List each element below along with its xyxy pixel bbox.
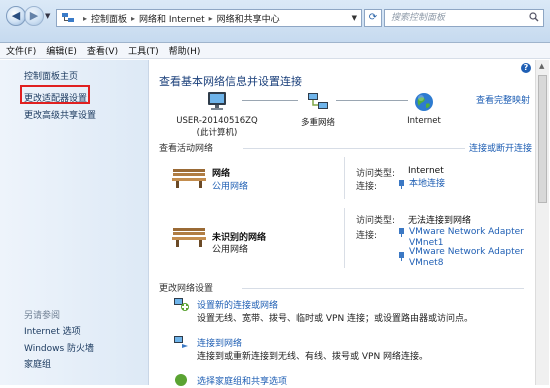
search-icon	[529, 12, 539, 22]
task-description: 连接到或重新连接到无线、有线、拨号或 VPN 网络连接。	[197, 352, 429, 362]
ethernet-adapter-icon	[399, 228, 404, 237]
search-placeholder: 搜索控制面板	[391, 13, 446, 23]
connect-disconnect-link[interactable]: 连接或断开连接	[469, 141, 532, 154]
help-icon[interactable]: ?	[521, 63, 531, 73]
menu-tools[interactable]: 工具(T)	[128, 44, 159, 57]
breadcrumb[interactable]: ▸ 控制面板 ▸ 网络和 Internet ▸ 网络和共享中心 ▼	[56, 9, 362, 27]
network-type-text: 公用网络	[212, 245, 249, 255]
address-dropdown-icon[interactable]: ▼	[352, 14, 357, 22]
scrollbar-thumb[interactable]	[538, 75, 547, 203]
public-network-bench-icon	[172, 228, 206, 247]
active-networks-heading: 查看活动网络	[159, 144, 214, 154]
globe-icon	[415, 93, 433, 111]
vmnet1-link[interactable]: VMware Network Adapter VMnet1	[409, 227, 529, 249]
connect-to-network-icon	[174, 336, 188, 348]
forward-arrow-icon: ▶	[29, 9, 39, 22]
homegroup-icon	[175, 374, 187, 386]
menu-edit[interactable]: 编辑(E)	[46, 44, 77, 57]
back-arrow-icon: ◀	[11, 9, 21, 22]
vertical-divider	[344, 208, 345, 268]
control-panel-home-link[interactable]: 控制面板主页	[24, 69, 78, 82]
search-input[interactable]: 搜索控制面板	[384, 9, 544, 27]
map-node-multiple-networks: 多重网络	[293, 91, 343, 128]
address-bar: ◀ ▶ ▼ ▸ 控制面板 ▸ 网络和 Internet ▸ 网络和共享中心 ▼ …	[0, 0, 550, 43]
menu-bar: 文件(F) 编辑(E) 查看(V) 工具(T) 帮助(H)	[0, 43, 550, 59]
windows-firewall-link[interactable]: Windows 防火墙	[24, 341, 94, 354]
access-type-label: 访问类型:	[356, 216, 396, 226]
change-adapter-settings-link[interactable]: 更改适配器设置	[24, 91, 87, 104]
connections-label: 连接:	[356, 182, 378, 192]
multiple-networks-label: 多重网络	[300, 118, 335, 128]
vmnet8-link[interactable]: VMware Network Adapter VMnet8	[409, 247, 529, 269]
change-network-settings-heading: 更改网络设置	[159, 284, 214, 294]
access-type-value: Internet	[408, 166, 444, 176]
breadcrumb-control-panel[interactable]: 控制面板	[91, 12, 127, 25]
internet-options-link[interactable]: Internet 选项	[24, 324, 81, 337]
section-divider	[242, 288, 524, 289]
recent-pages-dropdown-icon[interactable]: ▼	[45, 12, 50, 20]
forward-button[interactable]: ▶	[24, 6, 44, 26]
refresh-icon: ⟳	[368, 12, 378, 23]
computer-subtitle: (此计算机)	[196, 128, 238, 138]
task-description: 设置无线、宽带、拨号、临时或 VPN 连接；或设置路由器或访问点。	[197, 314, 474, 324]
vertical-scrollbar[interactable]: ▲	[535, 60, 549, 385]
left-task-pane: 控制面板主页 更改适配器设置 更改高级共享设置 另请参阅 Internet 选项…	[0, 60, 149, 385]
vertical-divider	[344, 157, 345, 199]
breadcrumb-separator-icon: ▸	[83, 13, 88, 23]
back-button[interactable]: ◀	[6, 6, 26, 26]
map-node-internet: Internet	[399, 91, 449, 126]
breadcrumb-separator-icon: ▸	[208, 13, 213, 23]
computer-icon	[208, 92, 226, 110]
menu-file[interactable]: 文件(F)	[6, 44, 36, 57]
map-connector-line	[336, 100, 408, 101]
change-advanced-sharing-link[interactable]: 更改高级共享设置	[24, 108, 96, 121]
see-also-heading: 另请参阅	[24, 311, 61, 321]
connect-to-network-link[interactable]: 连接到网络	[197, 336, 242, 349]
homegroup-link[interactable]: 家庭组	[24, 357, 51, 370]
public-network-bench-icon	[172, 169, 206, 188]
menu-view[interactable]: 查看(V)	[87, 44, 118, 57]
homegroup-sharing-link[interactable]: 选择家庭组和共享选项	[197, 374, 287, 387]
connections-label: 连接:	[356, 231, 378, 241]
ethernet-adapter-icon	[399, 180, 404, 189]
breadcrumb-network-sharing-center[interactable]: 网络和共享中心	[217, 12, 280, 25]
access-type-value: 无法连接到网络	[408, 216, 472, 226]
menu-help[interactable]: 帮助(H)	[169, 44, 201, 57]
network-name: 网络	[212, 169, 231, 179]
breadcrumb-network-internet[interactable]: 网络和 Internet	[139, 12, 205, 25]
internet-label: Internet	[407, 116, 441, 126]
section-divider	[243, 148, 465, 149]
multiple-networks-icon	[308, 93, 328, 109]
main-content: ? ▲ 查看基本网络信息并设置连接 查看完整映射 USER-20140516ZQ…	[149, 60, 550, 387]
breadcrumb-separator-icon: ▸	[131, 13, 136, 23]
refresh-button[interactable]: ⟳	[364, 9, 382, 27]
local-connection-link[interactable]: 本地连接	[409, 179, 445, 190]
scroll-up-icon[interactable]: ▲	[539, 62, 544, 70]
page-title: 查看基本网络信息并设置连接	[159, 75, 302, 88]
computer-name: USER-20140516ZQ	[176, 116, 258, 126]
map-node-computer: USER-20140516ZQ (此计算机)	[176, 91, 258, 138]
access-type-label: 访问类型:	[356, 169, 396, 179]
view-full-map-link[interactable]: 查看完整映射	[476, 93, 530, 106]
new-connection-icon	[174, 298, 189, 311]
setup-new-connection-link[interactable]: 设置新的连接或网络	[197, 298, 278, 311]
network-folder-icon	[62, 13, 74, 22]
ethernet-adapter-icon	[399, 252, 404, 261]
network-type-link[interactable]: 公用网络	[212, 179, 248, 192]
